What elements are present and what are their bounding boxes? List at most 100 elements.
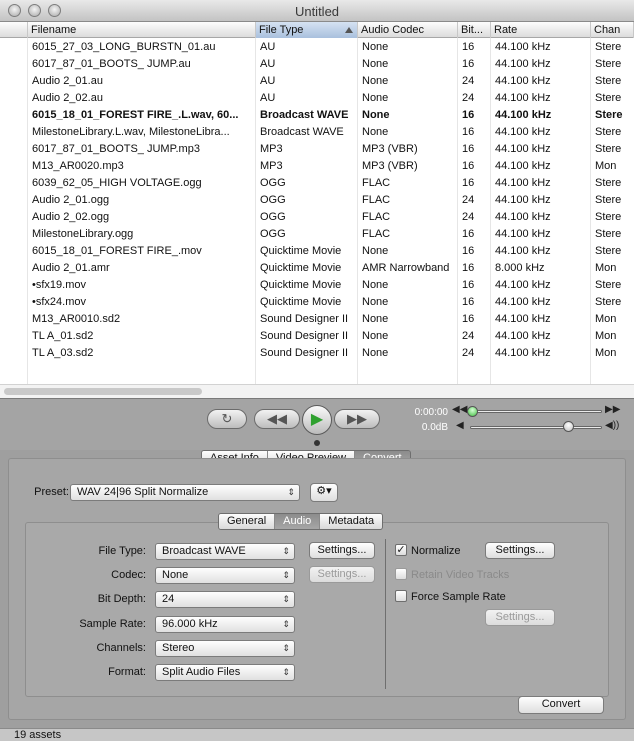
- tab-audio[interactable]: Audio: [275, 514, 321, 529]
- tab-general[interactable]: General: [219, 514, 276, 529]
- table-row[interactable]: Audio 2_02.ogg OGG FLAC 24 44.100 kHz Stere: [0, 209, 634, 226]
- cell-filename: Audio 2_01.ogg: [32, 194, 110, 206]
- chevron-updown-icon: ⇕: [282, 667, 290, 677]
- cell-bits: 16: [462, 262, 475, 274]
- codec-value: None: [162, 569, 189, 581]
- format-select[interactable]: Split Audio Files ⇕: [155, 664, 295, 681]
- table-header: Filename File Type Audio Codec Bit... Ra…: [0, 22, 634, 38]
- cell-bits: 16: [462, 313, 475, 325]
- normalize-settings-button[interactable]: Settings...: [485, 542, 555, 559]
- column-header-filename[interactable]: Filename: [28, 22, 256, 38]
- volume-slider[interactable]: [470, 426, 602, 429]
- force-sample-rate-settings-button[interactable]: Settings...: [485, 609, 555, 626]
- cell-filename: 6015_27_03_LONG_BURSTN_01.au: [32, 41, 216, 53]
- table-row[interactable]: Audio 2_01.amr Quicktime Movie AMR Narrowb…: [0, 260, 634, 277]
- table-row[interactable]: TL A_01.sd2 Sound Designer II None 24 44.100…: [0, 328, 634, 345]
- loop-button[interactable]: ↻: [207, 409, 247, 429]
- cell-chan: Stere: [595, 143, 622, 155]
- retain-video-tracks-checkbox[interactable]: [395, 568, 407, 580]
- asset-count: 19 assets: [14, 729, 62, 741]
- horizontal-scrollbar[interactable]: [0, 384, 634, 398]
- table-row[interactable]: Audio 2_02.au AU None 24 44.100 kHz Stere: [0, 90, 634, 107]
- cell-filename: 6015_18_01_FOREST FIRE_.L.wav, 60...: [32, 109, 239, 121]
- cell-filename: Audio 2_01.amr: [32, 262, 110, 274]
- cell-rate: 44.100 kHz: [495, 245, 551, 257]
- table-row[interactable]: •sfx24.mov Quicktime Movie None 16 44.100 kH…: [0, 294, 634, 311]
- table-row[interactable]: •sfx19.mov Quicktime Movie None 16 44.100 kH…: [0, 277, 634, 294]
- cell-codec: FLAC: [362, 177, 391, 189]
- cell-rate: 44.100 kHz: [495, 194, 551, 206]
- cell-rate: 44.100 kHz: [495, 330, 551, 342]
- channels-value: Stereo: [162, 642, 195, 654]
- cell-chan: Stere: [595, 245, 622, 257]
- cell-codec: FLAC: [362, 228, 391, 240]
- title-bar: Untitled: [0, 0, 634, 22]
- table-row[interactable]: MilestoneLibrary.ogg OGG FLAC 16 44.100 kHz S…: [0, 226, 634, 243]
- cell-rate: 44.100 kHz: [495, 160, 551, 172]
- table-row[interactable]: Audio 2_01.au AU None 24 44.100 kHz Stere: [0, 73, 634, 90]
- scrub-slider[interactable]: [470, 410, 602, 413]
- rewind-button[interactable]: ◀◀: [254, 409, 300, 429]
- chevron-updown-icon: ⇕: [282, 594, 290, 604]
- format-label: Format:: [108, 666, 146, 678]
- column-header-audio-codec[interactable]: Audio Codec: [358, 22, 458, 38]
- cell-bits: 16: [462, 296, 475, 308]
- cell-filename: 6015_18_01_FOREST FIRE_.mov: [32, 245, 202, 257]
- chevron-updown-icon: ⇕: [282, 619, 290, 629]
- cell-filename: Audio 2_01.au: [32, 75, 103, 87]
- play-button[interactable]: ▶: [302, 405, 332, 435]
- cell-chan: Mon: [595, 347, 617, 359]
- codec-settings-button[interactable]: Settings...: [309, 566, 375, 583]
- table-row[interactable]: 6015_18_01_FOREST FIRE_.mov Quicktime Mov…: [0, 243, 634, 260]
- bit-depth-select[interactable]: 24 ⇕: [155, 591, 295, 608]
- cell-codec: AMR Narrowband: [362, 262, 450, 274]
- file-type-select[interactable]: Broadcast WAVE ⇕: [155, 543, 295, 560]
- cell-rate: 44.100 kHz: [495, 41, 551, 53]
- table-row[interactable]: Audio 2_01.ogg OGG FLAC 24 44.100 kHz Stere: [0, 192, 634, 209]
- cell-bits: 16: [462, 58, 475, 70]
- column-header-file-type[interactable]: File Type: [256, 22, 358, 38]
- table-row[interactable]: M13_AR0010.sd2 Sound Designer II None 16 44.…: [0, 311, 634, 328]
- cell-type: AU: [260, 92, 276, 104]
- channels-label: Channels:: [96, 642, 146, 654]
- table-row[interactable]: 6017_87_01_BOOTS_ JUMP.mp3 MP3 MP3 (VBR) 16…: [0, 141, 634, 158]
- scrollbar-thumb[interactable]: [4, 388, 202, 395]
- column-header-bits[interactable]: Bit...: [458, 22, 491, 38]
- cell-chan: Stere: [595, 58, 622, 70]
- tab-metadata[interactable]: Metadata: [320, 514, 383, 529]
- codec-select[interactable]: None ⇕: [155, 567, 295, 584]
- cell-chan: Stere: [595, 279, 622, 291]
- table-row[interactable]: 6015_18_01_FOREST FIRE_.L.wav, 60... Broa…: [0, 107, 634, 124]
- column-header-channels[interactable]: Chan: [591, 22, 634, 38]
- cell-bits: 24: [462, 92, 475, 104]
- table-row[interactable]: 6015_27_03_LONG_BURSTN_01.au AU None 16 44.1…: [0, 39, 634, 56]
- convert-button[interactable]: Convert: [518, 696, 604, 714]
- volume-knob[interactable]: [563, 421, 574, 432]
- cell-rate: 44.100 kHz: [495, 58, 551, 70]
- table-row[interactable]: M13_AR0020.mp3 MP3 MP3 (VBR) 16 44.100 kHz Mo…: [0, 158, 634, 175]
- table-row[interactable]: 6039_62_05_HIGH VOLTAGE.ogg OGG FLAC 16 44.1…: [0, 175, 634, 192]
- cell-codec: None: [362, 126, 389, 138]
- cell-codec: MP3 (VBR): [362, 160, 418, 172]
- gear-menu-button[interactable]: ⚙▾: [310, 483, 338, 502]
- cell-filename: TL A_01.sd2: [32, 330, 94, 342]
- asset-table[interactable]: Filename File Type Audio Codec Bit... Ra…: [0, 22, 634, 398]
- cell-rate: 44.100 kHz: [495, 211, 551, 223]
- force-sample-rate-checkbox[interactable]: [395, 590, 407, 602]
- scrub-start-icon: ◀◀: [452, 404, 468, 415]
- table-row[interactable]: MilestoneLibrary.L.wav, MilestoneLibra..…: [0, 124, 634, 141]
- scrub-knob[interactable]: [467, 406, 478, 417]
- cell-bits: 16: [462, 177, 475, 189]
- channels-select[interactable]: Stereo ⇕: [155, 640, 295, 657]
- table-row[interactable]: 6017_87_01_BOOTS_ JUMP.au AU None 16 44.100 …: [0, 56, 634, 73]
- normalize-checkbox[interactable]: ✓: [395, 544, 407, 556]
- column-header-rate[interactable]: Rate: [491, 22, 591, 38]
- cell-filename: •sfx19.mov: [32, 279, 86, 291]
- cell-chan: Stere: [595, 177, 622, 189]
- sample-rate-select[interactable]: 96.000 kHz ⇕: [155, 616, 295, 633]
- fast-forward-icon: ▶▶: [347, 411, 367, 426]
- table-row[interactable]: TL A_03.sd2 Sound Designer II None 24 44.100…: [0, 345, 634, 362]
- file-type-settings-button[interactable]: Settings...: [309, 542, 375, 559]
- preset-select[interactable]: WAV 24|96 Split Normalize ⇕: [70, 484, 300, 501]
- fast-forward-button[interactable]: ▶▶: [334, 409, 380, 429]
